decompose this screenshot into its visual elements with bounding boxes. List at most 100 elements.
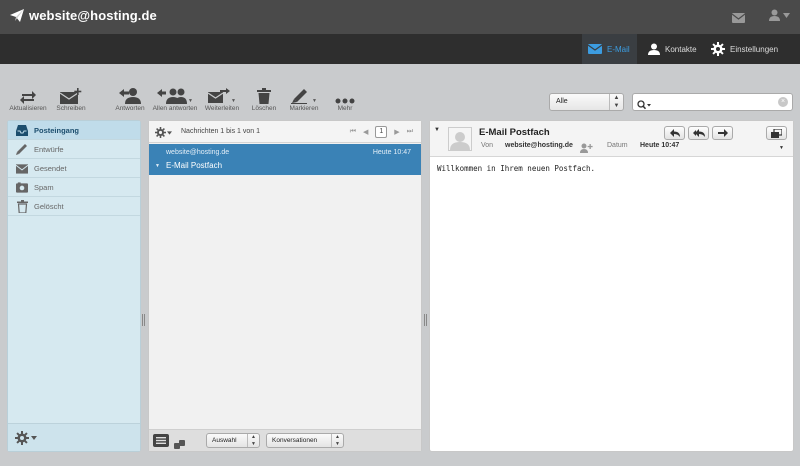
brand: website@hosting.de xyxy=(10,8,157,23)
message-preview: ▼ E-Mail Postfach Von website@hosting.de… xyxy=(429,120,794,452)
sent-icon xyxy=(16,163,28,174)
last-page-icon: ⏭ xyxy=(406,128,413,135)
reply-label: Antworten xyxy=(115,105,145,112)
prev-page-button[interactable]: ◀ xyxy=(363,128,368,136)
close-icon: × xyxy=(780,98,786,105)
folder-drafts[interactable]: Entwürfe xyxy=(8,140,140,159)
prev-page-icon: ◀ xyxy=(363,129,369,136)
reply-button[interactable]: Antworten xyxy=(106,84,154,112)
chevron-down-icon xyxy=(783,12,790,18)
more-headers-button[interactable]: ▼ xyxy=(779,145,784,151)
folder-spam[interactable]: Spam xyxy=(8,178,140,197)
threads-toggle-button[interactable] xyxy=(174,436,185,454)
select-dropdown[interactable]: Auswahl ▲ ▼ xyxy=(206,433,260,448)
compose-label: Schreiben xyxy=(56,105,86,112)
message-from: website@hosting.de xyxy=(166,149,230,156)
message-list-header: Nachrichten 1 bis 1 von 1 ⏮ ◀ 1 ▶ ⏭ xyxy=(149,121,421,143)
threads-dropdown[interactable]: Konversationen ▲ ▼ xyxy=(266,433,344,448)
date-label: Datum xyxy=(607,142,628,149)
message-count: Nachrichten 1 bis 1 von 1 xyxy=(181,128,260,135)
message-row[interactable]: website@hosting.de Heute 10:47 ▼ E-Mail … xyxy=(149,144,421,175)
preview-splitter[interactable] xyxy=(424,314,427,326)
reply-icon xyxy=(669,129,680,137)
next-page-button[interactable]: ▶ xyxy=(394,128,399,136)
list-options-button[interactable] xyxy=(155,127,172,138)
paper-plane-icon xyxy=(10,9,24,22)
nav-contacts[interactable]: Kontakte xyxy=(646,34,697,64)
top-header: website@hosting.de xyxy=(0,0,800,34)
contact-icon xyxy=(648,43,660,55)
more-label: Mehr xyxy=(337,105,353,112)
mail-status-button[interactable] xyxy=(731,10,746,28)
inbox-icon xyxy=(16,124,28,136)
more-dots-icon xyxy=(335,98,355,104)
mark-label: Markieren xyxy=(289,105,319,112)
search-icon xyxy=(637,100,651,110)
folder-splitter[interactable] xyxy=(142,314,145,326)
filter-select[interactable]: Alle ▲ ▼ xyxy=(549,93,624,111)
user-silhouette-icon xyxy=(450,132,470,150)
reply-all-label: Allen antworten xyxy=(152,105,198,112)
select-arrows-icon: ▲ ▼ xyxy=(609,94,623,110)
message-date: Heute 10:47 xyxy=(372,149,411,156)
list-view-icon xyxy=(153,434,169,447)
chevron-down-icon xyxy=(167,130,172,135)
folder-settings-button[interactable] xyxy=(15,431,37,445)
sender-address[interactable]: website@hosting.de xyxy=(505,142,573,149)
spam-icon xyxy=(16,181,28,193)
search-options-button[interactable] xyxy=(637,97,651,115)
new-window-icon xyxy=(771,128,782,138)
gear-icon xyxy=(711,42,725,56)
trash-icon xyxy=(257,88,271,104)
nav-settings[interactable]: Einstellungen xyxy=(711,34,778,64)
forward-arrow-icon xyxy=(717,129,728,137)
more-button[interactable]: Mehr xyxy=(321,84,369,112)
nav-email[interactable]: E-Mail xyxy=(582,34,637,64)
reply-all-button[interactable] xyxy=(688,126,709,140)
folder-list: Posteingang Entwürfe Gesendet Spam Gelös… xyxy=(7,120,141,452)
thread-expand-icon[interactable]: ▼ xyxy=(155,163,160,169)
account-name: website@hosting.de xyxy=(29,8,157,23)
user-icon xyxy=(769,9,780,21)
folder-sent[interactable]: Gesendet xyxy=(8,159,140,178)
gear-icon xyxy=(15,431,29,445)
refresh-label: Aktualisieren xyxy=(9,105,47,112)
clear-search-button[interactable]: × xyxy=(778,97,788,107)
folder-label: Posteingang xyxy=(34,125,80,135)
select-arrows-icon: ▲ ▼ xyxy=(247,434,259,447)
page-number[interactable]: 1 xyxy=(375,126,388,138)
nav-contacts-label: Kontakte xyxy=(665,44,697,54)
search-input[interactable] xyxy=(655,96,775,108)
forward-button[interactable]: ▼ Weiterleiten xyxy=(198,84,246,112)
reply-all-button[interactable]: ▼ Allen antworten xyxy=(150,84,200,112)
message-list: Nachrichten 1 bis 1 von 1 ⏮ ◀ 1 ▶ ⏭ webs… xyxy=(148,120,422,452)
chevron-down-icon xyxy=(31,436,37,440)
user-menu-button[interactable] xyxy=(769,9,790,21)
collapse-headers-button[interactable]: ▼ xyxy=(434,127,440,133)
last-page-button[interactable]: ⏭ xyxy=(407,128,413,136)
first-page-button[interactable]: ⏮ xyxy=(350,128,356,136)
envelope-icon xyxy=(588,44,602,54)
nav-settings-label: Einstellungen xyxy=(730,44,779,54)
add-contact-button[interactable] xyxy=(580,140,593,158)
preview-subject: E-Mail Postfach xyxy=(479,127,550,138)
select-dropdown-label: Auswahl xyxy=(212,437,237,444)
reply-all-icon xyxy=(692,129,705,137)
folder-inbox[interactable]: Posteingang xyxy=(8,121,140,140)
forward-button[interactable] xyxy=(712,126,733,140)
list-view-button[interactable] xyxy=(153,434,169,452)
first-page-icon: ⏮ xyxy=(349,128,356,135)
reply-icon xyxy=(119,88,141,104)
refresh-button[interactable]: Aktualisieren xyxy=(4,84,52,112)
open-new-window-button[interactable] xyxy=(766,126,787,140)
reply-button[interactable] xyxy=(664,126,685,140)
folder-footer xyxy=(8,423,140,451)
folder-label: Spam xyxy=(34,182,54,192)
envelope-icon xyxy=(731,13,746,23)
message-body: Willkommen in Ihrem neuen Postfach. xyxy=(437,164,596,173)
delete-label: Löschen xyxy=(251,105,277,112)
folder-trash[interactable]: Gelöscht xyxy=(8,197,140,216)
compose-button[interactable]: Schreiben xyxy=(47,84,95,112)
marker-pen-icon xyxy=(291,89,308,104)
reply-all-icon xyxy=(157,88,188,104)
